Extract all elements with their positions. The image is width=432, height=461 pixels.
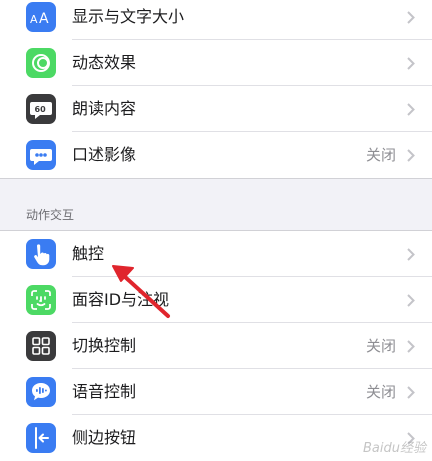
chevron-right-icon <box>407 149 415 162</box>
spoken-content-icon: 60 <box>26 94 56 124</box>
row-value: 关闭 <box>365 337 396 355</box>
chevron-right-icon <box>407 294 415 307</box>
row-label: 侧边按钮 <box>72 428 137 447</box>
chevron-right-icon <box>407 103 415 116</box>
row-voice-control[interactable]: 语音控制 关闭 <box>0 369 432 415</box>
row-face-id-attention[interactable]: 面容ID与注视 <box>0 277 432 323</box>
face-id-icon <box>26 285 56 315</box>
interaction-settings-group: 触控 面容ID与注视 切换控制 关闭 语音控制 关闭 侧边按钮 <box>0 230 432 461</box>
switch-control-icon <box>26 331 56 361</box>
chevron-right-icon <box>407 248 415 261</box>
row-motion[interactable]: 动态效果 <box>0 40 432 86</box>
chevron-right-icon <box>407 340 415 353</box>
chevron-right-icon <box>407 57 415 70</box>
row-label: 面容ID与注视 <box>72 290 170 309</box>
row-label: 语音控制 <box>72 382 137 401</box>
section-header-interaction: 动作交互 <box>26 208 75 222</box>
row-touch[interactable]: 触控 <box>0 231 432 277</box>
row-spoken-content[interactable]: 60 朗读内容 <box>0 86 432 132</box>
row-label: 切换控制 <box>72 336 137 355</box>
svg-text:60: 60 <box>35 105 47 114</box>
chevron-right-icon <box>407 386 415 399</box>
row-display-text-size[interactable]: A A 显示与文字大小 <box>0 0 432 40</box>
row-label: 动态效果 <box>72 53 137 72</box>
row-label: 显示与文字大小 <box>72 7 185 26</box>
row-label: 触控 <box>72 244 105 263</box>
text-size-icon: A A <box>26 2 56 32</box>
vision-settings-group: A A 显示与文字大小 动态效果 60 朗读内容 口述影像 关闭 <box>0 0 432 179</box>
svg-text:A: A <box>30 13 38 26</box>
row-audio-description[interactable]: 口述影像 关闭 <box>0 132 432 178</box>
side-button-icon <box>26 423 56 453</box>
svg-text:A: A <box>39 11 49 27</box>
chevron-right-icon <box>407 11 415 24</box>
row-label: 朗读内容 <box>72 99 137 118</box>
row-value: 关闭 <box>365 383 396 401</box>
row-value: 关闭 <box>365 146 396 164</box>
watermark: Baidu经验 <box>363 441 426 456</box>
touch-icon <box>26 239 56 269</box>
voice-control-icon <box>26 377 56 407</box>
motion-icon <box>26 48 56 78</box>
row-label: 口述影像 <box>72 145 137 164</box>
row-switch-control[interactable]: 切换控制 关闭 <box>0 323 432 369</box>
audio-description-icon <box>26 140 56 170</box>
